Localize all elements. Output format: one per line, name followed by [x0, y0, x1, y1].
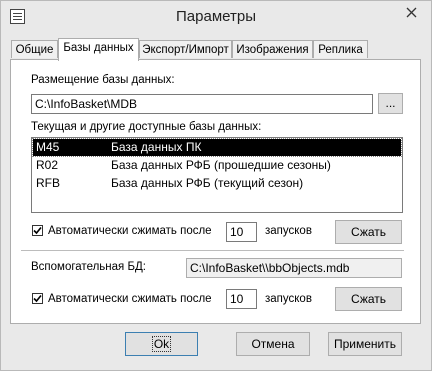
cancel-button[interactable]: Отмена [236, 332, 310, 356]
db-location-input[interactable]: C:\InfoBasket\MDB [31, 94, 373, 114]
aux-compact-button[interactable]: Сжать [335, 287, 402, 311]
browse-button[interactable]: ... [378, 93, 403, 114]
runs-label: запусков [265, 225, 312, 237]
window-title: Параметры [176, 8, 256, 25]
auto-compact-checkbox[interactable] [32, 225, 43, 236]
checkmark-icon [33, 226, 42, 235]
title-bar[interactable]: Параметры [1, 1, 431, 32]
list-item[interactable]: R02 База данных РФБ (прошедшие сезоны) [33, 157, 401, 174]
db-code: RFB [36, 176, 60, 190]
tab-export-import[interactable]: Экспорт/Импорт [139, 40, 232, 58]
apply-button[interactable]: Применить [328, 332, 402, 356]
auto-compact-label: Автоматически сжимать после [48, 225, 212, 237]
aux-auto-compact-checkbox[interactable] [32, 293, 43, 304]
tab-databases[interactable]: Базы данных [58, 38, 139, 61]
auto-compact-count-input[interactable]: 10 [226, 222, 257, 242]
db-location-label: Размещение базы данных: [31, 74, 175, 86]
list-item[interactable]: M45 База данных ПК [32, 138, 402, 157]
db-name: База данных РФБ (текущий сезон) [111, 176, 304, 190]
aux-db-label: Вспомогательная БД: [31, 261, 146, 273]
checkmark-icon [33, 294, 42, 303]
close-button[interactable] [391, 2, 431, 22]
tab-general[interactable]: Общие [11, 40, 58, 58]
ok-label: Ok [151, 336, 172, 352]
aux-auto-compact-count-input[interactable]: 10 [226, 289, 257, 309]
separator [21, 250, 404, 252]
list-item[interactable]: RFB База данных РФБ (текущий сезон) [33, 175, 401, 192]
db-code: R02 [36, 158, 59, 172]
aux-auto-compact-label: Автоматически сжимать после [48, 293, 212, 305]
compact-button[interactable]: Сжать [335, 220, 402, 244]
db-code: M45 [36, 140, 60, 154]
close-icon [406, 7, 417, 18]
ok-button[interactable]: Ok [125, 332, 198, 356]
aux-db-path: C:\InfoBasket\\bbObjects.mdb [186, 258, 402, 278]
db-listbox[interactable]: M45 База данных ПК R02 База данных РФБ (… [31, 137, 403, 213]
db-name: База данных РФБ (прошедшие сезоны) [111, 158, 331, 172]
aux-runs-label: запусков [265, 293, 312, 305]
tab-images[interactable]: Изображения [232, 40, 313, 58]
tab-replica[interactable]: Реплика [313, 40, 368, 58]
dialog-window: Параметры Общие Базы данных Экспорт/Импо… [0, 0, 432, 371]
db-list-label: Текущая и другие доступные базы данных: [31, 121, 262, 133]
db-name: База данных ПК [111, 140, 202, 154]
